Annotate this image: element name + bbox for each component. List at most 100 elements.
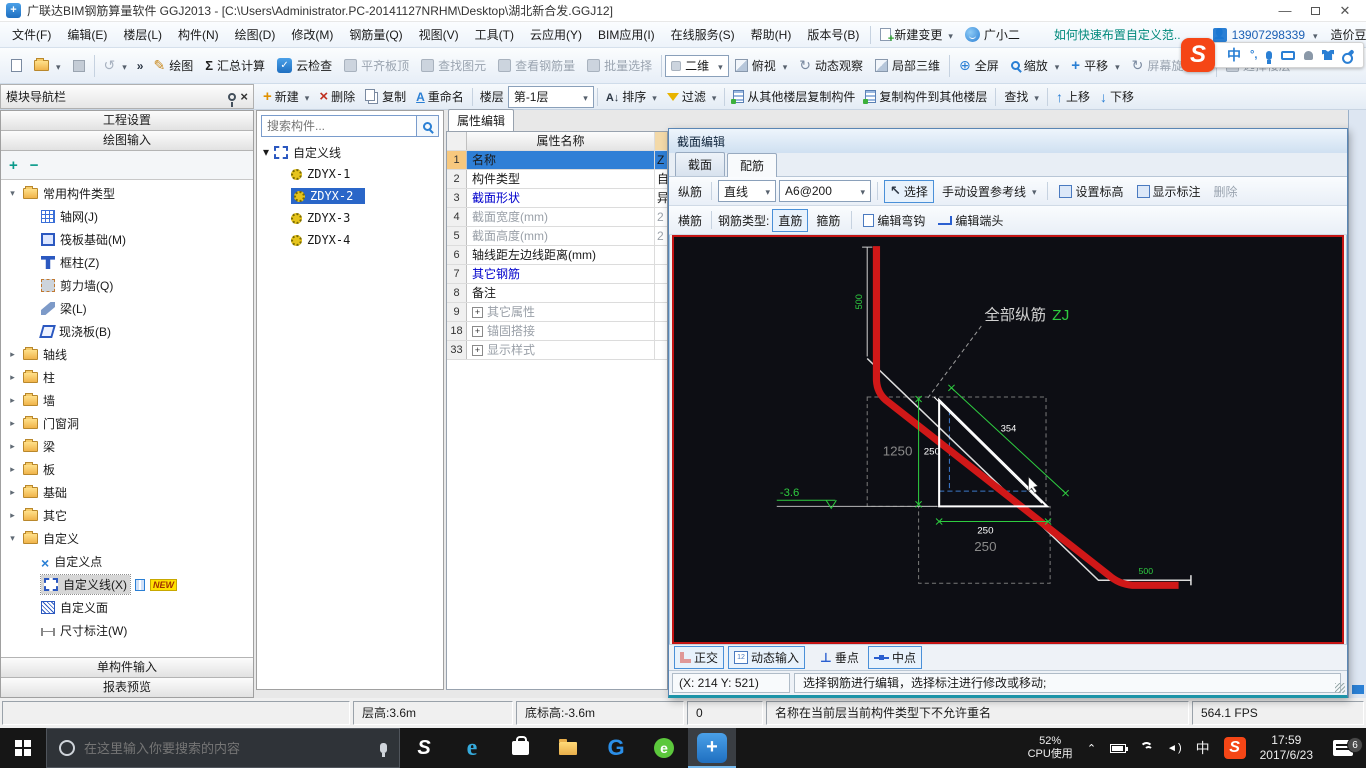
expander-icon[interactable] [7, 464, 18, 475]
menu-rebar[interactable]: 钢筋量(Q) [341, 22, 410, 48]
search-button[interactable] [417, 115, 439, 137]
resize-grip[interactable] [1335, 683, 1345, 693]
menu-file[interactable]: 文件(F) [4, 22, 59, 48]
menu-version[interactable]: 版本号(B) [799, 22, 867, 48]
tree-folder-slab[interactable]: 板 [1, 458, 253, 481]
dynamic-input-button[interactable]: 动态输入 [728, 646, 805, 669]
toolbox-icon[interactable] [1344, 49, 1355, 60]
collapse-all-icon[interactable] [30, 157, 39, 174]
zoom-button[interactable]: 缩放 [1005, 52, 1066, 80]
property-row-name[interactable]: 1名称Z [447, 151, 667, 170]
view-mode-combo[interactable]: 二维 [665, 55, 729, 77]
delete-rebar-button[interactable]: 删除 [1209, 181, 1243, 202]
tree-item-custom-point[interactable]: 自定义点 [1, 550, 253, 573]
tree-folder-beam[interactable]: 梁 [1, 435, 253, 458]
project-settings-section[interactable]: 工程设置 [1, 111, 253, 131]
draw-button[interactable]: 绘图 [147, 52, 199, 80]
dim-label-top[interactable]: 500 [854, 294, 864, 309]
voice-input-icon[interactable] [1266, 51, 1272, 60]
copy-component-button[interactable]: 复制 [360, 85, 411, 108]
cpu-widget[interactable]: 52%CPU使用 [1021, 735, 1080, 761]
top-view-button[interactable]: 俯视 [729, 52, 794, 80]
expander-icon[interactable] [7, 395, 18, 406]
new-component-button[interactable]: 新建 [258, 85, 314, 108]
filter-button[interactable]: 过滤 [662, 85, 722, 108]
taskbar-app-ggj-active[interactable]: + [688, 728, 736, 768]
microphone-icon[interactable] [380, 743, 387, 753]
straight-rebar-button[interactable]: 直筋 [772, 209, 808, 232]
dim-label-hyp[interactable]: 354 [1001, 423, 1016, 433]
callout-text[interactable]: 全部纵筋 [984, 306, 1046, 324]
expander-icon[interactable] [7, 487, 18, 498]
property-group-other[interactable]: 9+其它属性 [447, 303, 667, 322]
rebar-line[interactable] [876, 246, 1178, 585]
move-up-button[interactable]: 上移 [1051, 85, 1095, 108]
tray-expand-icon[interactable]: ⌃ [1080, 742, 1103, 755]
expander-icon[interactable] [263, 145, 269, 159]
new-file-button[interactable] [5, 52, 28, 80]
ortho-button[interactable]: 正交 [674, 646, 724, 669]
tree-folder-other[interactable]: 其它 [1, 504, 253, 527]
rename-component-button[interactable]: 重命名 [411, 85, 469, 108]
move-down-button[interactable]: 下移 [1095, 85, 1139, 108]
property-row-section-height[interactable]: 5截面高度(mm)2 [447, 227, 667, 246]
menu-component[interactable]: 构件(N) [170, 22, 227, 48]
taskbar-search[interactable] [46, 728, 400, 768]
component-root-row[interactable]: 自定义线 [257, 141, 443, 163]
account-phone[interactable]: 13907298339 [1232, 28, 1305, 42]
tip-link[interactable]: 如何快速布置自定义范.. [1054, 26, 1181, 43]
tab-property-edit[interactable]: 属性编辑 [448, 109, 514, 131]
flush-slab-top-button[interactable]: 平齐板顶 [338, 52, 415, 80]
dialog-titlebar[interactable]: 截面编辑 [669, 129, 1347, 153]
perp-point-button[interactable]: 垂点 [815, 647, 864, 668]
edit-end-button[interactable]: 编辑端头 [933, 210, 1008, 231]
property-group-display[interactable]: 33+显示样式 [447, 341, 667, 360]
menu-bim[interactable]: BIM应用(I) [590, 22, 663, 48]
tree-folder-column[interactable]: 柱 [1, 366, 253, 389]
property-row-section-width[interactable]: 4截面宽度(mm)2 [447, 208, 667, 227]
tree-folder-openings[interactable]: 门窗洞 [1, 412, 253, 435]
floor-combo[interactable]: 第-1层 [508, 86, 594, 108]
taskbar-app-explorer[interactable] [544, 728, 592, 768]
menu-help[interactable]: 帮助(H) [743, 22, 800, 48]
taskbar-app-edge[interactable]: e [448, 728, 496, 768]
wifi-icon[interactable] [1133, 742, 1160, 755]
dim-label-right[interactable]: 500 [1139, 566, 1154, 576]
ime-mode-indicator[interactable]: 中 [1227, 45, 1241, 65]
show-annotation-button[interactable]: 显示标注 [1132, 181, 1206, 202]
search-input[interactable] [261, 115, 417, 137]
taskbar-app-glodon[interactable]: G [592, 728, 640, 768]
draw-input-section[interactable]: 绘图输入 [1, 131, 253, 151]
copy-to-floor-button[interactable]: 复制构件到其他楼层 [860, 85, 992, 108]
battery-icon[interactable] [1103, 744, 1133, 753]
ime-indicator[interactable]: 中 [1189, 738, 1217, 758]
tree-folder-axis[interactable]: 轴线 [1, 343, 253, 366]
property-row-remark[interactable]: 8备注 [447, 284, 667, 303]
menu-online[interactable]: 在线服务(S) [663, 22, 743, 48]
menu-draw[interactable]: 绘图(D) [227, 22, 284, 48]
toolbar-overflow-icon[interactable] [137, 59, 144, 73]
expander-icon[interactable] [7, 418, 18, 429]
expand-plus-icon[interactable]: + [472, 326, 483, 337]
delete-component-button[interactable]: 删除 [314, 85, 360, 108]
view-rebar-qty-button[interactable]: 查看钢筋量 [492, 52, 581, 80]
tree-item-beam[interactable]: 梁(L) [1, 297, 253, 320]
component-item[interactable]: ZDYX-4 [257, 229, 443, 251]
tab-rebar[interactable]: 配筋 [727, 153, 777, 177]
property-row-type[interactable]: 2构件类型自 [447, 170, 667, 189]
notification-button[interactable]: 6 [1320, 740, 1366, 756]
expander-icon[interactable] [7, 441, 18, 452]
account-icon[interactable] [1304, 51, 1313, 60]
tree-item-dimension[interactable]: 尺寸标注(W) [1, 619, 253, 642]
expand-plus-icon[interactable]: + [472, 307, 483, 318]
component-item[interactable]: ZDYX-1 [257, 163, 443, 185]
property-group-anchor[interactable]: 18+锚固搭接 [447, 322, 667, 341]
expander-icon[interactable] [7, 372, 18, 383]
manual-ref-button[interactable]: 手动设置参考线 [937, 181, 1042, 202]
tree-item-cast-slab[interactable]: 现浇板(B) [1, 320, 253, 343]
find-button[interactable]: 查找 [999, 85, 1044, 108]
tree-item-custom-line[interactable]: 自定义线(X) NEW [1, 573, 253, 596]
taskbar-search-input[interactable] [84, 741, 371, 756]
line-type-combo[interactable]: 直线 [718, 180, 776, 202]
skin-icon[interactable] [1322, 50, 1335, 60]
